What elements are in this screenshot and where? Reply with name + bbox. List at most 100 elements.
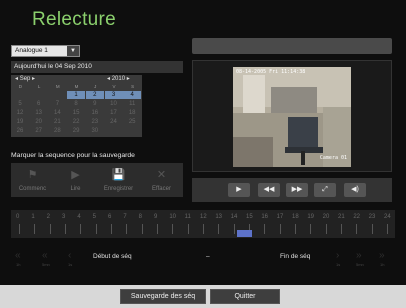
calendar-day[interactable]: 5 [11,100,29,108]
calendar-day[interactable]: 11 [123,100,141,108]
year-selector[interactable]: ◂ 2010 ▸ [107,75,130,82]
timeline-hour-label: 24 [384,214,391,220]
page-title: Relecture [32,9,117,30]
timeline-hour-label: 22 [353,214,361,220]
calendar-day[interactable]: 12 [11,109,29,117]
weekday-label: M [74,84,79,89]
calendar-day[interactable]: 23 [86,118,104,126]
calendar-day[interactable]: 30 [86,127,104,135]
play-action-button[interactable]: ▶ Lire [54,163,97,197]
timeline-tick [19,224,20,234]
calendar-day[interactable]: 16 [86,109,104,117]
timeline-tick [295,224,296,234]
timeline-hour-label: 23 [368,214,376,220]
today-bar: Aujourd'hui le 04 Sep 2010 [11,61,183,73]
forward-5mn-icon[interactable]: » [356,250,362,261]
calendar-day[interactable]: 7 [48,100,66,108]
save-action-button[interactable]: 💾 Enregistrer [97,163,140,197]
timeline-hour-label: 18 [292,214,299,220]
forward-1h-icon[interactable]: » [379,250,385,261]
calendar-day[interactable]: 8 [67,100,85,108]
calendar-day[interactable]: 10 [105,100,123,108]
camera-label: Camera 01 [319,155,347,161]
forward-1s-icon[interactable]: › [336,250,339,261]
calendar-day[interactable]: 3 [104,91,123,99]
timeline-hour-label: 1 [31,214,35,220]
timeline-hour-label: 7 [123,214,127,220]
timeline-hour-label: 17 [276,214,284,220]
calendar-day[interactable]: 25 [123,118,141,126]
volume-button[interactable]: ◀) [344,183,366,197]
quit-button[interactable]: Quitter [210,289,280,304]
rewind-icon: ◀◀ [263,186,275,193]
calendar-day[interactable]: 17 [105,109,123,117]
timeline-hour-label: 6 [108,214,112,220]
action-label: Commenc [18,186,47,192]
calendar-day[interactable]: 6 [30,100,48,108]
calendar-day[interactable]: 24 [105,118,123,126]
channel-select-value: Analogue 1 [15,47,48,54]
timeline-tick [310,224,312,234]
timeline-hour-label: 21 [338,214,345,220]
delete-icon: ✕ [156,169,167,181]
calendar-day[interactable]: 21 [48,118,66,126]
timeline-hour-label: 9 [154,214,158,220]
delete-action-button[interactable]: ✕ Effacer [140,163,183,197]
month-selector[interactable]: ◂ Sep ▸ [15,75,35,82]
back-1h-icon[interactable]: « [15,250,21,261]
timeline-tick [233,224,235,234]
calendar-day[interactable]: 26 [11,127,29,135]
forward-1h-label: 1h [380,262,385,267]
timeline-position-marker[interactable] [236,230,252,237]
fast-forward-icon: ▶▶ [291,186,303,193]
weekday-label: D [18,84,22,89]
timeline-tick [356,224,358,234]
back-1s-label: 1s [68,262,73,267]
calendar-day[interactable]: 9 [86,100,104,108]
calendar-day[interactable]: 1 [67,91,86,99]
calendar-day[interactable]: 18 [123,109,141,117]
calendar-day[interactable]: 13 [30,109,48,117]
month-label: Sep [19,76,31,82]
timeline-hour-label: 3 [62,214,66,220]
timeline[interactable]: 0 1 2 3 4 5 6 7 8 9 10 11 12 13 14 15 16 17 18 19 20 21 22 23 24 [11,210,395,238]
play-button[interactable]: ▶ [228,183,250,197]
calendar-day[interactable]: 28 [48,127,66,135]
flag-action-button[interactable]: ⚑ Commenc [11,163,54,197]
fast-forward-button[interactable]: ▶▶ [286,183,308,197]
timeline-tick [49,224,51,234]
channel-select[interactable]: Analogue 1 ▼ [11,45,80,57]
calendar-day[interactable]: 20 [30,118,48,126]
timeline-tick [387,224,388,234]
play-icon: ▶ [236,186,242,193]
timeline-hour-label: 4 [77,214,81,220]
sequence-title: Marquer la sequence pour la sauvegarde [11,152,135,159]
fullscreen-icon: ⤢ [322,186,328,193]
sequence-start: Début de séq [93,253,132,260]
calendar-day[interactable]: 19 [11,118,29,126]
timeline-hour-label: 16 [261,214,269,220]
calendar-header: ◂ Sep ▸ ◂ 2010 ▸ [11,75,142,83]
video-frame: 08-14-2005 Fri 11:14:38 Camera 01 [233,67,351,167]
calendar-day[interactable]: 29 [67,127,85,135]
calendar-day[interactable]: 4 [123,91,142,99]
playback-controls: ▶ ◀◀ ▶▶ ⤢ ◀) [192,178,392,202]
timeline-tick [203,224,204,234]
calendar-day[interactable]: 2 [85,91,104,99]
calendar-day[interactable]: 27 [30,127,48,135]
calendar-day[interactable]: 14 [48,109,66,117]
action-label: Effacer [152,186,171,192]
timeline-hour-label: 13 [215,214,223,220]
timeline-hour-label: 10 [169,214,177,220]
back-1s-icon[interactable]: ‹ [68,250,71,261]
rewind-button[interactable]: ◀◀ [258,183,280,197]
timeline-hour-label: 8 [138,214,142,220]
calendar-day[interactable]: 15 [67,109,85,117]
back-5mn-icon[interactable]: « [42,250,48,261]
calendar-day[interactable]: 22 [67,118,85,126]
weekday-label: J [94,84,97,89]
save-sequences-button[interactable]: Sauvegarde des séq [120,289,206,304]
back-1h-label: 1h [16,262,21,267]
timeline-tick [157,224,158,234]
fullscreen-button[interactable]: ⤢ [314,183,336,197]
